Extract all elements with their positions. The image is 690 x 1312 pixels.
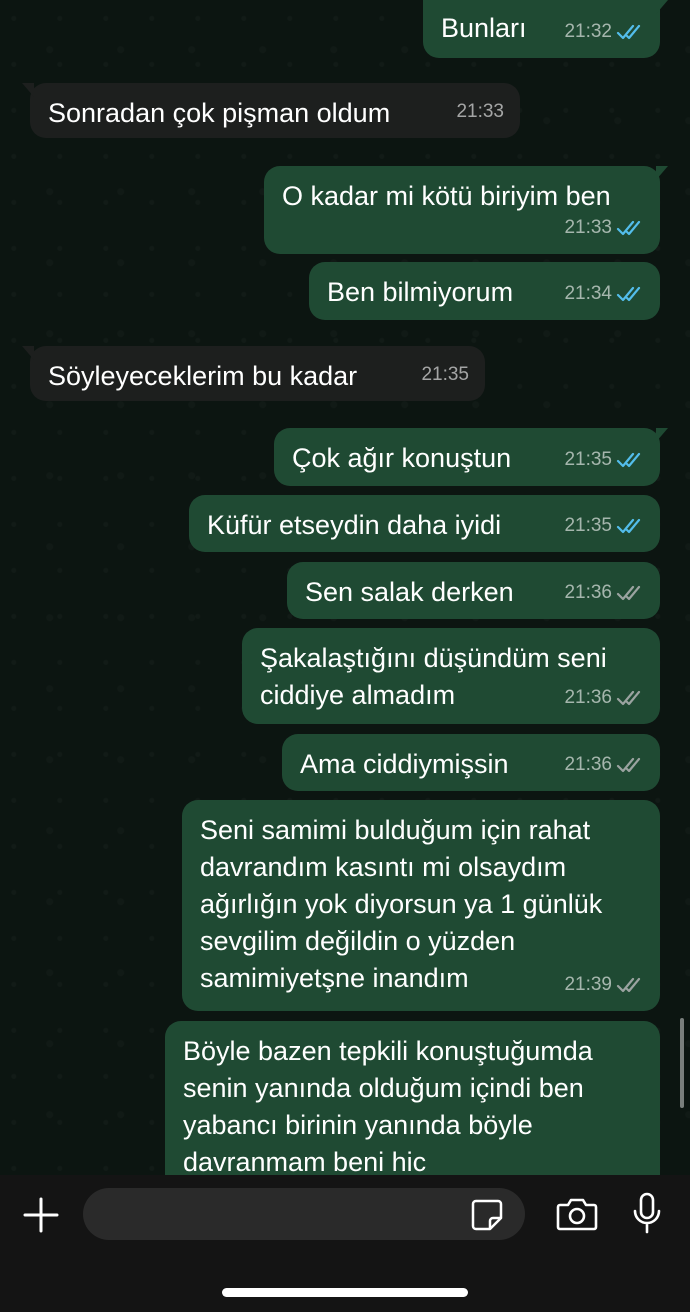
- message-time: 21:33: [456, 101, 504, 122]
- message-meta: 21:32: [564, 13, 644, 50]
- message-text: Söyleyeceklerim bu kadar: [48, 361, 358, 391]
- sticker-icon[interactable]: [470, 1198, 504, 1232]
- message-text: Ben bilmiyorum: [327, 277, 514, 307]
- message-meta: 21:33: [564, 209, 644, 246]
- message-bubble-outgoing[interactable]: Sen salak derken 21:36: [287, 562, 660, 619]
- double-check-read-icon: [616, 220, 641, 235]
- message-time: 21:39: [564, 974, 612, 995]
- double-check-delivered-icon: [616, 585, 641, 600]
- double-check-read-icon: [616, 286, 641, 301]
- message-meta: 21:35: [564, 507, 644, 544]
- message-time: 21:36: [564, 582, 612, 603]
- message-bubble-outgoing[interactable]: Ama ciddiymişsin 21:36: [282, 734, 660, 791]
- message-bubble-incoming[interactable]: Söyleyeceklerim bu kadar 21:35: [22, 346, 485, 401]
- message-text: Bunları: [441, 13, 527, 43]
- camera-icon[interactable]: [556, 1196, 598, 1232]
- message-time: 21:36: [564, 687, 612, 708]
- double-check-read-icon: [616, 24, 641, 39]
- message-text: O kadar mi kötü biriyim ben: [282, 181, 611, 211]
- message-bubble-outgoing[interactable]: Çok ağır konuştun 21:35: [274, 428, 668, 486]
- message-text: Seni samimi bulduğum için rahat davrandı…: [200, 815, 603, 993]
- message-text: Böyle bazen tepkili konuştuğumda senin y…: [183, 1036, 593, 1175]
- message-meta: 21:35: [421, 356, 469, 393]
- message-meta: 21:39: [564, 966, 644, 1003]
- message-bubble-outgoing[interactable]: Seni samimi bulduğum için rahat davrandı…: [182, 800, 660, 1011]
- message-time: 21:35: [564, 449, 612, 470]
- plus-icon[interactable]: [22, 1196, 60, 1234]
- message-meta: 21:33: [456, 93, 504, 130]
- message-time: 21:34: [564, 283, 612, 304]
- message-time: 21:32: [564, 21, 612, 42]
- message-text: Sonradan çok pişman oldum: [48, 98, 391, 128]
- message-time: 21:33: [564, 217, 612, 238]
- message-bubble-outgoing[interactable]: Böyle bazen tepkili konuştuğumda senin y…: [165, 1021, 660, 1175]
- chat-area[interactable]: Bunları 21:32 Sonradan çok pişman oldum …: [0, 0, 690, 1175]
- double-check-read-icon: [616, 518, 641, 533]
- home-indicator: [222, 1288, 468, 1297]
- message-meta: 21:35: [564, 441, 644, 478]
- message-bubble-outgoing[interactable]: Bunları 21:32: [423, 0, 668, 58]
- message-meta: 21:36: [564, 746, 644, 783]
- double-check-delivered-icon: [616, 690, 641, 705]
- scroll-indicator[interactable]: [680, 1018, 684, 1108]
- message-time: 21:35: [564, 515, 612, 536]
- message-meta: 21:36: [564, 574, 644, 611]
- message-time: 21:35: [421, 364, 469, 385]
- message-bubble-outgoing[interactable]: Ben bilmiyorum 21:34: [309, 262, 660, 320]
- message-text: Ama ciddiymişsin: [300, 749, 509, 779]
- message-bubble-outgoing[interactable]: Küfür etseydin daha iyidi 21:35: [189, 495, 660, 552]
- message-bubble-incoming[interactable]: Sonradan çok pişman oldum 21:33: [22, 83, 520, 138]
- message-text: Çok ağır konuştun: [292, 443, 512, 473]
- double-check-delivered-icon: [616, 757, 641, 772]
- message-text: Şakalaştığını düşündüm seni ciddiye alma…: [260, 643, 607, 710]
- message-meta: 21:34: [564, 275, 644, 312]
- message-text: Sen salak derken: [305, 577, 514, 607]
- message-input[interactable]: [83, 1188, 525, 1240]
- message-time: 21:36: [564, 754, 612, 775]
- double-check-read-icon: [616, 452, 641, 467]
- message-text: Küfür etseydin daha iyidi: [207, 510, 502, 540]
- message-bubble-outgoing[interactable]: O kadar mi kötü biriyim ben 21:33: [264, 166, 668, 254]
- message-bubble-outgoing[interactable]: Şakalaştığını düşündüm seni ciddiye alma…: [242, 628, 660, 724]
- microphone-icon[interactable]: [632, 1192, 662, 1234]
- double-check-delivered-icon: [616, 977, 641, 992]
- message-meta: 21:36: [564, 679, 644, 716]
